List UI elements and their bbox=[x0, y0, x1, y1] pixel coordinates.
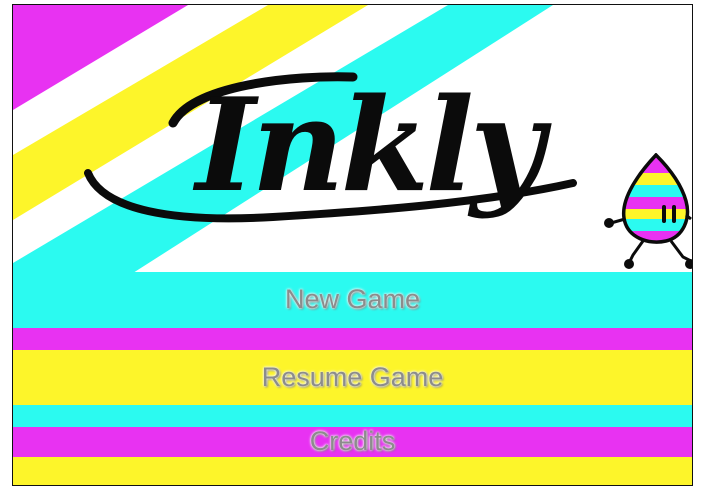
resume-game-button[interactable]: Resume Game bbox=[13, 362, 692, 393]
logo-text: Inkly bbox=[193, 71, 552, 221]
title-screen: Inkly New Game Resume Game Credits bbox=[12, 4, 693, 486]
new-game-button[interactable]: New Game bbox=[13, 284, 692, 315]
band-cyan-2 bbox=[13, 405, 692, 427]
band-magenta-1 bbox=[13, 328, 692, 350]
band-yellow-2 bbox=[13, 457, 692, 485]
credits-button[interactable]: Credits bbox=[13, 426, 692, 457]
ink-drop-mascot-icon bbox=[604, 153, 692, 269]
